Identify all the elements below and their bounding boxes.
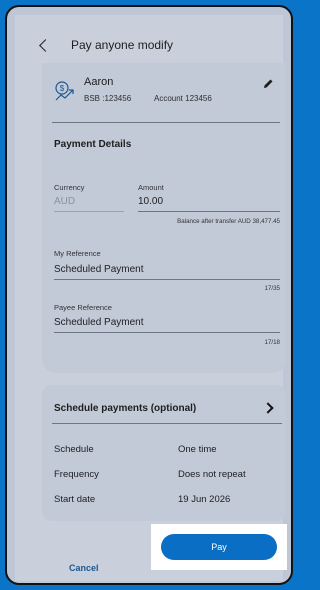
phone-frame: Pay anyone modify $ Aaron BSB :123456 Ac… [5, 5, 293, 585]
divider [52, 423, 282, 424]
payment-card: $ Aaron BSB :123456 Account 123456 Payme… [42, 63, 286, 373]
back-icon[interactable] [39, 39, 52, 52]
screen: Pay anyone modify $ Aaron BSB :123456 Ac… [15, 15, 286, 581]
payee-dollar-icon: $ [55, 81, 74, 101]
balance-note: Balance after transfer AUD 38,477.45 [177, 218, 280, 225]
payee-name: Aaron [84, 76, 114, 88]
cancel-button[interactable]: Cancel [69, 563, 99, 573]
currency-label: Currency [54, 183, 85, 192]
page-title: Pay anyone modify [71, 38, 174, 52]
schedule-value: One time [178, 444, 217, 455]
schedule-label: Schedule [54, 444, 94, 455]
payee-bsb: BSB :123456 [84, 94, 132, 103]
currency-field[interactable]: AUD [54, 196, 75, 207]
frequency-label: Frequency [54, 469, 99, 480]
divider [52, 122, 280, 123]
payee-reference-count: 17/18 [264, 339, 280, 346]
chevron-right-icon[interactable] [262, 402, 274, 414]
frequency-value: Does not repeat [178, 469, 246, 480]
my-reference-field[interactable]: Scheduled Payment [54, 264, 144, 275]
my-reference-label: My Reference [54, 249, 101, 258]
header: Pay anyone modify [15, 15, 283, 63]
start-date-value: 19 Jun 2026 [178, 494, 231, 505]
payee-reference-field[interactable]: Scheduled Payment [54, 317, 144, 328]
schedule-card: Schedule payments (optional) Schedule On… [42, 385, 286, 521]
pay-button[interactable]: Pay [161, 534, 277, 560]
amount-field[interactable]: 10.00 [138, 196, 163, 207]
amount-label: Amount [138, 183, 164, 192]
currency-underline [54, 211, 124, 212]
my-reference-count: 17/35 [264, 285, 280, 292]
schedule-title[interactable]: Schedule payments (optional) [54, 403, 196, 414]
my-reference-underline [54, 279, 280, 280]
amount-underline [138, 211, 280, 212]
payee-reference-label: Payee Reference [54, 303, 112, 312]
pay-button-highlight: Pay [151, 524, 287, 570]
payment-details-title: Payment Details [54, 139, 132, 150]
start-date-label: Start date [54, 494, 96, 505]
svg-text:$: $ [60, 84, 65, 93]
pencil-icon[interactable] [261, 77, 275, 91]
payee-account: Account 123456 [154, 94, 212, 103]
payee-reference-underline [54, 332, 280, 333]
